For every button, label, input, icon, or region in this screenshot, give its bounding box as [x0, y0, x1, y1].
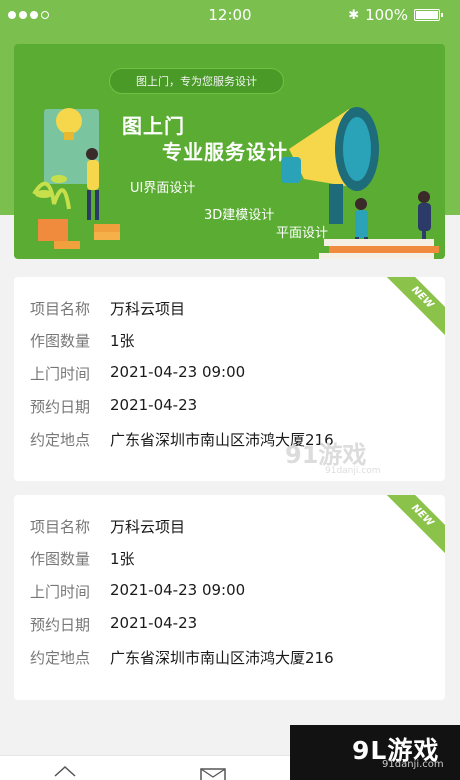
new-ribbon-badge: NEW — [383, 495, 445, 555]
field-visit-time: 上门时间 2021-04-23 09:00 — [30, 581, 245, 602]
watermark-logo: 91游戏 91danji.com — [285, 435, 380, 476]
field-label: 预约日期 — [30, 398, 91, 416]
banner-label-ui: UI界面设计 — [130, 181, 196, 196]
field-label: 约定地点 — [30, 431, 91, 449]
field-label: 项目名称 — [30, 300, 91, 318]
order-icon[interactable] — [200, 766, 226, 780]
watermark-url: 91danji.com — [325, 466, 381, 476]
lightbulb-illustration-icon — [32, 108, 120, 249]
new-ribbon-badge: NEW — [383, 277, 445, 337]
field-label: 预约日期 — [30, 616, 91, 634]
status-bar: 12:00 ✱ 100% — [0, 0, 460, 30]
field-value: 2021-04-23 09:00 — [110, 363, 246, 381]
corner-watermark-url: 91danji.com — [382, 759, 444, 770]
banner-tagline-pill: 图上门，专为您服务设计 — [109, 68, 284, 94]
field-label: 上门时间 — [30, 365, 91, 383]
field-visit-time: 上门时间 2021-04-23 09:00 — [30, 363, 245, 384]
megaphone-illustration-icon — [281, 107, 439, 259]
field-project-name: 项目名称 万科云项目 — [30, 516, 185, 537]
field-label: 上门时间 — [30, 583, 91, 601]
field-location: 约定地点 广东省深圳市南山区沛鸿大厦216 — [30, 647, 334, 668]
corner-watermark: 9L游戏 91danji.com — [290, 725, 460, 780]
field-label: 项目名称 — [30, 518, 91, 536]
field-booking-date: 预约日期 2021-04-23 — [30, 614, 197, 635]
banner-title: 图上门 — [122, 114, 185, 138]
field-value: 广东省深圳市南山区沛鸿大厦216 — [110, 649, 334, 667]
field-value: 1张 — [110, 332, 135, 350]
field-value: 万科云项目 — [110, 518, 186, 536]
bluetooth-icon: ✱ — [348, 7, 360, 23]
watermark-text: 91游戏 — [285, 441, 367, 469]
battery-icon — [414, 9, 443, 21]
field-value: 2021-04-23 — [110, 396, 198, 414]
battery-percent: 100% — [365, 6, 408, 24]
order-card[interactable]: NEW 项目名称 万科云项目 作图数量 1张 上门时间 2021-04-23 0… — [14, 495, 445, 700]
banner-label-3d: 3D建模设计 — [204, 208, 275, 223]
field-project-name: 项目名称 万科云项目 — [30, 298, 185, 319]
field-value: 2021-04-23 — [110, 614, 198, 632]
field-booking-date: 预约日期 2021-04-23 — [30, 396, 197, 417]
field-drawing-count: 作图数量 1张 — [30, 548, 135, 569]
field-label: 作图数量 — [30, 550, 91, 568]
field-value: 万科云项目 — [110, 300, 186, 318]
home-icon[interactable] — [53, 764, 77, 780]
promo-banner[interactable]: 图上门，专为您服务设计 图上门 专业服务设计 UI界面设计 3D建模设计 平面设… — [14, 44, 445, 259]
field-value: 1张 — [110, 550, 135, 568]
field-label: 作图数量 — [30, 332, 91, 350]
field-value: 2021-04-23 09:00 — [110, 581, 246, 599]
field-label: 约定地点 — [30, 649, 91, 667]
field-drawing-count: 作图数量 1张 — [30, 330, 135, 351]
